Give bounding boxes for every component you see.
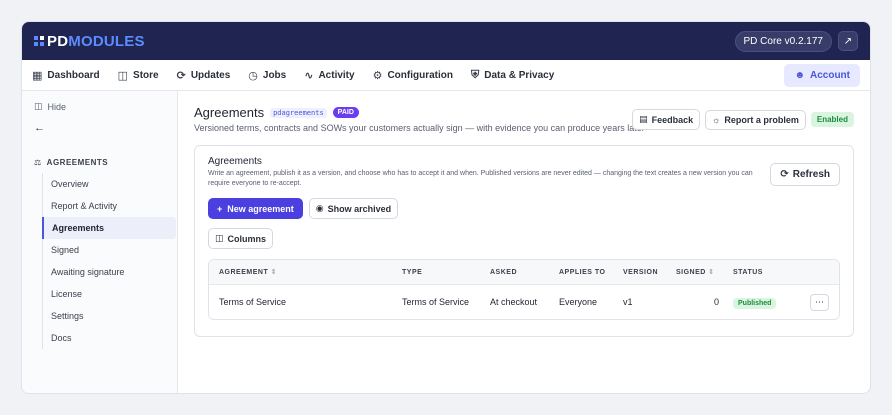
feedback-label: Feedback xyxy=(651,114,694,125)
message-icon: ▤ xyxy=(639,114,648,124)
nav-dashboard[interactable]: ▦ Dashboard xyxy=(32,69,100,82)
main-content: Agreements pdagreements PAID Versioned t… xyxy=(178,91,870,393)
nav-data-privacy[interactable]: ⛨ Data & Privacy xyxy=(471,69,554,82)
agreements-icon: ⚖ xyxy=(34,158,42,167)
cell-asked: At checkout xyxy=(490,297,538,307)
nav-activity[interactable]: ∿ Activity xyxy=(304,69,354,82)
hide-label: Hide xyxy=(47,101,67,112)
nav-label: Dashboard xyxy=(47,69,100,81)
header-label: AGREEMENT xyxy=(219,269,269,276)
columns-button[interactable]: ◫ Columns xyxy=(208,228,274,249)
cell-applies-to: Everyone xyxy=(559,297,598,307)
col-agreement[interactable]: AGREEMENT ⇕ xyxy=(209,268,402,276)
activity-icon: ∿ xyxy=(304,69,314,82)
back-arrow-icon[interactable]: ← xyxy=(34,122,177,134)
col-signed[interactable]: SIGNED ⇕ xyxy=(676,268,733,276)
report-label: Report a problem xyxy=(724,114,799,125)
eye-icon: ◉ xyxy=(315,203,324,213)
sort-icon: ⇕ xyxy=(708,269,715,276)
status-published-badge: Published xyxy=(733,298,777,309)
refresh-label: Refresh xyxy=(792,169,830,180)
refresh-icon: ⟳ xyxy=(176,69,186,82)
shield-icon: ⛨ xyxy=(471,68,480,81)
refresh-button[interactable]: ⟳ Refresh xyxy=(770,163,840,186)
nav-store[interactable]: ◫ Store xyxy=(118,69,159,82)
columns-label: Columns xyxy=(227,233,267,244)
more-actions-icon[interactable]: ⋯ xyxy=(810,293,829,311)
nav-jobs[interactable]: ◷ Jobs xyxy=(248,69,286,82)
cell-type: Terms of Service xyxy=(402,297,470,307)
card-description: Write an agreement, publish it as a vers… xyxy=(208,170,753,187)
clock-icon: ◷ xyxy=(248,69,258,82)
nav-label: Updates xyxy=(190,69,231,81)
page-title: Agreements xyxy=(194,105,265,120)
top-bar: PD MODULES PD Core v0.2.177 ↗ xyxy=(22,22,870,60)
sidebar: ◫ Hide ← ⚖ AGREEMENTS Overview Report & Ac… xyxy=(22,91,178,393)
status-badge: Enabled xyxy=(810,112,854,127)
nav-label: Activity xyxy=(318,69,355,81)
new-agreement-label: New agreement xyxy=(227,203,294,214)
sort-icon: ⇕ xyxy=(270,269,278,276)
collapse-icon[interactable]: ↗ xyxy=(838,31,858,51)
col-status: STATUS xyxy=(733,268,763,276)
sidebar-item-signed[interactable]: Signed xyxy=(43,239,177,261)
user-icon: ☻ xyxy=(794,69,805,81)
col-version: VERSION xyxy=(623,268,659,276)
cell-signed: 0 xyxy=(713,297,719,307)
sidebar-item-agreements[interactable]: Agreements xyxy=(42,217,176,239)
card-title: Agreements xyxy=(208,156,262,167)
header-label: SIGNED xyxy=(676,269,706,276)
table-row[interactable]: Terms of Service Terms of Service At che… xyxy=(209,285,839,319)
section-label: AGREEMENTS xyxy=(46,158,109,167)
plus-icon: + xyxy=(217,203,223,214)
alert-icon: ☼ xyxy=(712,114,721,125)
new-agreement-button[interactable]: + New agreement xyxy=(208,198,303,219)
store-icon: ◫ xyxy=(117,69,129,82)
refresh-icon: ⟳ xyxy=(780,169,789,180)
gear-icon: ⚙ xyxy=(372,69,383,82)
nav-configuration[interactable]: ⚙ Configuration xyxy=(373,69,453,82)
report-problem-button[interactable]: ☼ Report a problem xyxy=(705,109,806,130)
nav-label: Jobs xyxy=(262,69,287,81)
logo-mark-icon xyxy=(34,36,44,46)
main-nav: ▦ Dashboard ◫ Store ⟳ Updates ◷ Jobs ∿ Activi… xyxy=(22,60,870,91)
cell-agreement: Terms of Service xyxy=(219,297,287,307)
paid-badge: PAID xyxy=(332,107,359,118)
sidebar-item-awaiting-signature[interactable]: Awaiting signature xyxy=(43,261,177,283)
col-type: TYPE xyxy=(402,268,423,276)
table-header: AGREEMENT ⇕ TYPE ASKED APPLIES TO VERSIO… xyxy=(209,260,839,285)
sidebar-hide-button[interactable]: ◫ Hide xyxy=(34,101,177,112)
agreements-card: Agreements Write an agreement, publish i… xyxy=(194,145,854,337)
cell-version: v1 xyxy=(623,297,633,307)
show-archived-label: Show archived xyxy=(327,203,392,214)
app-window: PD MODULES PD Core v0.2.177 ↗ ▦ Dashboard … xyxy=(21,21,871,394)
nav-label: Configuration xyxy=(387,69,453,81)
nav-label: Data & Privacy xyxy=(484,69,555,81)
logo-pd: PD xyxy=(47,32,69,50)
sidebar-item-report-activity[interactable]: Report & Activity xyxy=(43,195,177,217)
sidebar-item-docs[interactable]: Docs xyxy=(43,327,177,349)
sidebar-item-overview[interactable]: Overview xyxy=(43,173,177,195)
sidebar-list: Overview Report & Activity Agreements Si… xyxy=(42,173,177,349)
col-applies-to: APPLIES TO xyxy=(559,268,606,276)
show-archived-button[interactable]: ◉ Show archived xyxy=(308,198,399,219)
module-slug: pdagreements xyxy=(270,107,327,118)
logo-modules: MODULES xyxy=(68,32,145,50)
logo[interactable]: PD MODULES xyxy=(34,33,145,50)
version-badge: PD Core v0.2.177 xyxy=(734,30,832,52)
nav-label: Store xyxy=(133,69,159,81)
account-button[interactable]: ☻ Account xyxy=(784,63,860,87)
nav-updates[interactable]: ⟳ Updates xyxy=(177,69,231,82)
feedback-button[interactable]: ▤ Feedback xyxy=(632,109,701,130)
columns-icon: ◫ xyxy=(215,233,224,243)
grid-icon: ▦ xyxy=(32,69,43,82)
col-asked: ASKED xyxy=(490,268,518,276)
sidebar-section-title: ⚖ AGREEMENTS xyxy=(34,158,177,167)
account-label: Account xyxy=(810,69,850,81)
agreements-table: AGREEMENT ⇕ TYPE ASKED APPLIES TO VERSIO… xyxy=(208,259,840,320)
sidebar-item-license[interactable]: License xyxy=(43,283,177,305)
sidebar-item-settings[interactable]: Settings xyxy=(43,305,177,327)
panel-icon: ◫ xyxy=(34,101,43,111)
